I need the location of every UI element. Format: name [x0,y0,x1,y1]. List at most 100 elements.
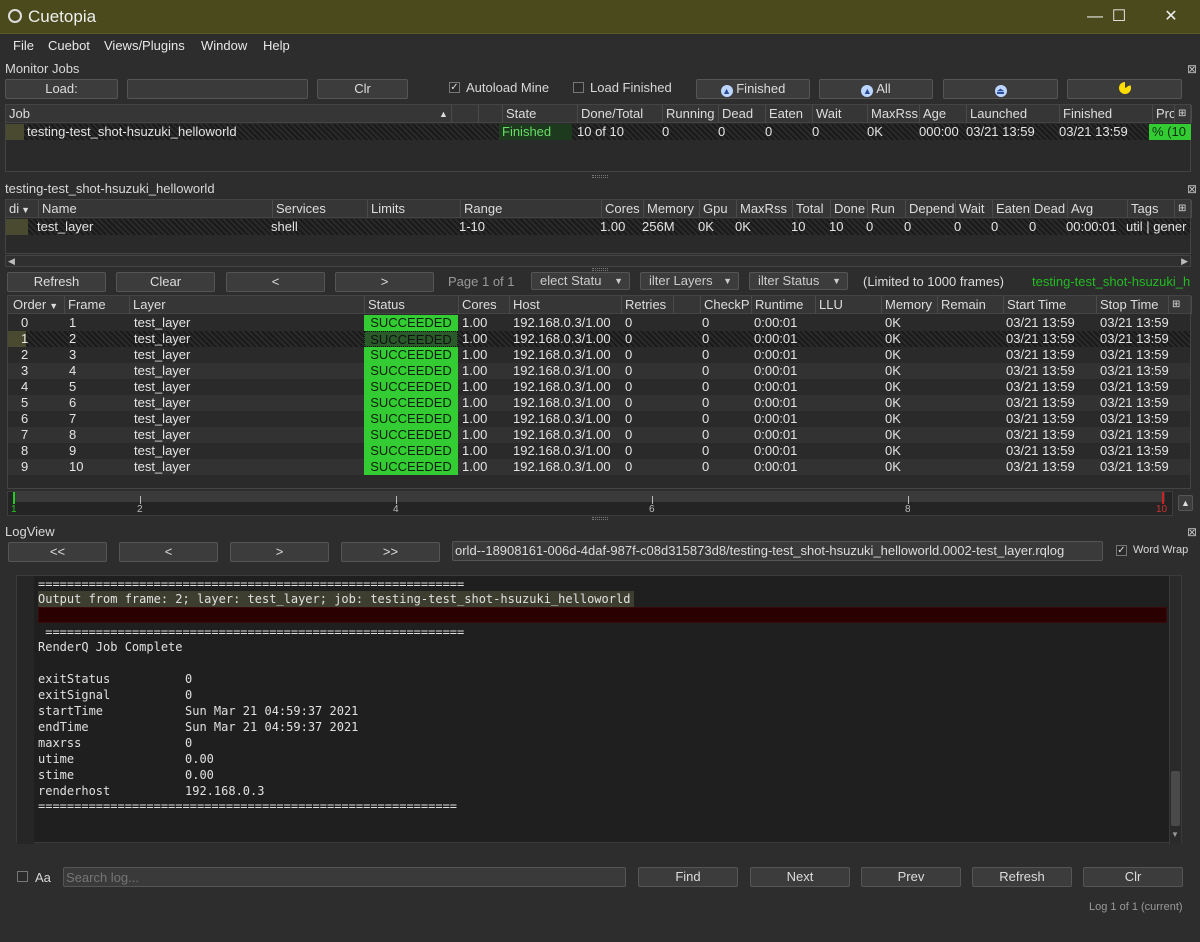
all-button[interactable]: ▲ All [819,79,933,99]
frame-timeline[interactable]: 1 2 4 6 8 10 [7,491,1173,516]
col-services[interactable]: Services [273,200,368,218]
frame-row[interactable]: 3 4 test_layer SUCCEEDED 1.00 192.168.0.3/1.0… [8,363,1190,379]
col-launched[interactable]: Launched [967,105,1060,123]
filter-status-dropdown[interactable]: ilter Status ▼ [749,272,848,290]
col-cores[interactable]: Cores [459,296,510,314]
col-depend[interactable]: Depend [906,200,956,218]
col-run[interactable]: Run [868,200,906,218]
frames-clear-button[interactable]: Clear [116,272,215,292]
col-eaten[interactable]: Eaten [766,105,813,123]
col-gpu[interactable]: Gpu [700,200,737,218]
col-wait[interactable]: Wait [956,200,993,218]
frame-row[interactable]: 0 1 test_layer SUCCEEDED 1.00 192.168.0.3/1.0… [8,315,1190,331]
log-scroll-thumb[interactable] [1171,771,1180,826]
col-name[interactable]: Name [39,200,273,218]
find-button[interactable]: Find [638,867,738,887]
frame-row[interactable]: 8 9 test_layer SUCCEEDED 1.00 192.168.0.3/1.0… [8,443,1190,459]
frames-next-page-button[interactable]: > [335,272,434,292]
col-wait[interactable]: Wait [813,105,868,123]
col-blank-2[interactable] [479,105,503,123]
col-done[interactable]: Done [831,200,868,218]
col-layer[interactable]: Layer [130,296,365,314]
filter-layers-dropdown[interactable]: ilter Layers ▼ [640,272,739,290]
col-remain[interactable]: Remain [938,296,1004,314]
log-prev-button[interactable]: < [119,542,218,562]
col-maxrss[interactable]: MaxRss [868,105,920,123]
col-dispatch-order[interactable]: di ▼ [6,200,39,218]
maximize-button[interactable]: ☐ [1096,0,1142,34]
col-dead[interactable]: Dead [719,105,766,123]
frame-row[interactable]: 4 5 test_layer SUCCEEDED 1.00 192.168.0.3/1.0… [8,379,1190,395]
load-finished-checkbox[interactable] [573,82,584,93]
log-path-field[interactable]: orld--18908161-006d-4daf-987f-c08d315873… [452,541,1103,561]
col-host[interactable]: Host [510,296,622,314]
col-llu[interactable]: LLU [816,296,882,314]
col-frame[interactable]: Frame [65,296,130,314]
monitor-jobs-close-icon[interactable]: ⊠ [1186,63,1198,75]
frame-row[interactable]: 1 2 test_layer SUCCEEDED 1.00 192.168.0.3/1.0… [8,331,1190,347]
scroll-down-icon[interactable]: ▼ [1171,830,1179,839]
col-running[interactable]: Running [663,105,719,123]
logview-close-icon[interactable]: ⊠ [1186,526,1198,538]
frame-row[interactable]: 7 8 test_layer SUCCEEDED 1.00 192.168.0.3/1.0… [8,427,1190,443]
log-refresh-button[interactable]: Refresh [972,867,1072,887]
log-next-button[interactable]: > [230,542,329,562]
menu-window[interactable]: Window [201,38,247,53]
column-menu-icon[interactable]: ⊞ [1175,200,1192,218]
col-stop-time[interactable]: Stop Time [1097,296,1169,314]
load-input[interactable] [127,79,308,99]
pacman-button[interactable] [1067,79,1182,99]
job-row[interactable]: testing-test_shot-hsuzuki_helloworld Fin… [6,124,1191,140]
load-button[interactable]: Load: [5,79,118,99]
layer-row[interactable]: test_layer shell 1-10 1.00 256M 0K 0K 10… [6,219,1190,235]
col-maxrss[interactable]: MaxRss [737,200,793,218]
splitter-handle[interactable] [592,268,608,271]
frame-row[interactable]: 2 3 test_layer SUCCEEDED 1.00 192.168.0.3/1.0… [8,347,1190,363]
word-wrap-checkbox[interactable]: ✓ [1116,545,1127,556]
log-vertical-scrollbar[interactable]: ▼ [1169,576,1181,844]
clear-load-button[interactable]: Clr [317,79,408,99]
col-range[interactable]: Range [461,200,602,218]
column-menu-icon[interactable]: ⊞ [1175,105,1192,123]
splitter-handle[interactable] [592,517,608,520]
col-avg[interactable]: Avg [1068,200,1128,218]
col-eaten[interactable]: Eaten [993,200,1031,218]
log-first-button[interactable]: << [8,542,107,562]
col-memory[interactable]: Memory [882,296,938,314]
menu-help[interactable]: Help [263,38,290,53]
col-runtime[interactable]: Runtime [752,296,816,314]
col-cores[interactable]: Cores [602,200,644,218]
layers-horizontal-scrollbar[interactable]: ◀ ▶ [5,255,1191,267]
frame-row[interactable]: 5 6 test_layer SUCCEEDED 1.00 192.168.0.3/1.0… [8,395,1190,411]
column-menu-icon[interactable]: ⊞ [1169,296,1192,314]
menu-views-plugins[interactable]: Views/Plugins [104,38,185,53]
next-match-button[interactable]: Next [750,867,850,887]
frame-row[interactable]: 6 7 test_layer SUCCEEDED 1.00 192.168.0.3/1.0… [8,411,1190,427]
timeline-expand-icon[interactable]: ▲ [1178,495,1193,511]
col-job[interactable]: Job [6,105,452,123]
col-dead[interactable]: Dead [1031,200,1068,218]
frames-prev-page-button[interactable]: < [226,272,325,292]
finished-button[interactable]: ▲ Finished [696,79,810,99]
close-window-button[interactable]: ✕ [1148,0,1194,34]
col-limits[interactable]: Limits [368,200,461,218]
case-sensitive-checkbox[interactable] [17,871,28,882]
col-checkp[interactable]: CheckP [701,296,752,314]
log-last-button[interactable]: >> [341,542,440,562]
menu-cuebot[interactable]: Cuebot [48,38,90,53]
col-memory[interactable]: Memory [644,200,700,218]
col-finished[interactable]: Finished [1060,105,1153,123]
log-clear-button[interactable]: Clr [1083,867,1183,887]
layers-close-icon[interactable]: ⊠ [1186,183,1198,195]
splitter-handle[interactable] [592,175,608,178]
scroll-right-icon[interactable]: ▶ [1181,256,1188,267]
scroll-left-icon[interactable]: ◀ [8,256,15,267]
col-blank[interactable] [452,105,479,123]
select-status-dropdown[interactable]: elect Statu ▼ [531,272,630,290]
col-progress[interactable]: Pro [1153,105,1175,123]
col-state[interactable]: State [503,105,578,123]
col-retries[interactable]: Retries [622,296,674,314]
search-log-input[interactable] [63,867,626,887]
col-done-total[interactable]: Done/Total [578,105,663,123]
eject-button[interactable]: ⏏ [943,79,1058,99]
